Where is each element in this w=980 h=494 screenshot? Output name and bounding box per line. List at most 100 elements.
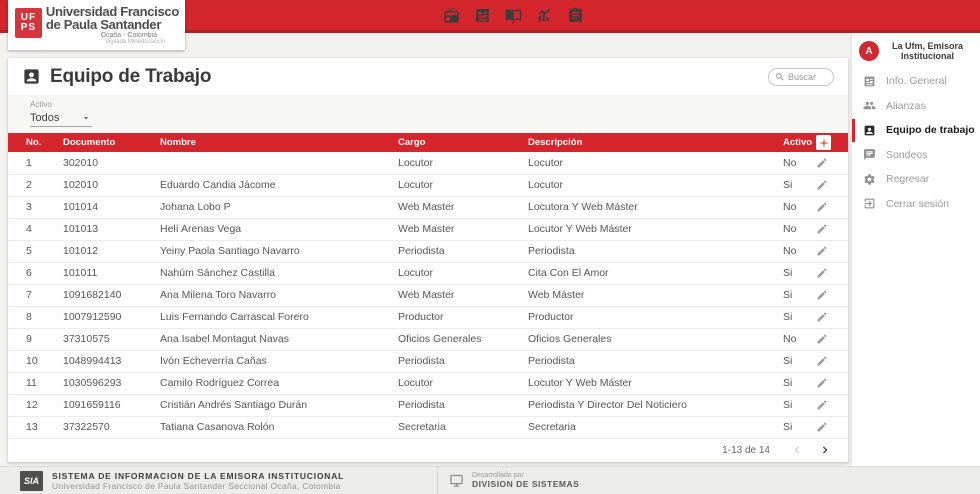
edit-row-button[interactable] [816,355,828,367]
cell-cargo: Periodista [398,355,445,367]
cell-descripcion: Oficios Generales [528,333,612,345]
edit-row-button[interactable] [816,377,828,389]
sidebar-item-alianzas[interactable]: Alianzas [852,94,980,119]
column-header-descripcion: Descripción [528,137,583,148]
edit-row-button[interactable] [816,267,828,279]
team-table: No. Documento Nombre Cargo Descripción A… [8,133,848,439]
sidebar-item-label: Cerrar sesión [886,197,950,210]
cell-nombre: Johana Lobo P [160,201,231,213]
university-logo: UF PS Universidad Francisco de Paula San… [8,0,185,50]
sidebar-item-label: Info. General [886,75,947,88]
chevron-left-icon [794,446,799,454]
cell-descripcion: Locutor [528,179,564,191]
news-icon [863,75,876,88]
edit-row-button[interactable] [816,179,828,191]
cell-activo: No [783,201,797,213]
cell-nombre: Tatiana Casanova Rolón [160,421,275,433]
table-row: 4 101013 Helí Arenas Vega Web Master Loc… [8,218,848,240]
edit-row-button[interactable] [816,311,828,323]
cell-documento: 1030596293 [63,377,122,389]
cell-documento: 37310575 [63,333,110,345]
radio-icon[interactable] [443,7,460,24]
pencil-icon [817,356,827,366]
footer-system-title: SISTEMA DE INFORMACION DE LA EMISORA INS… [52,470,345,481]
pencil-icon [817,334,827,344]
footer-divider [437,467,438,494]
people-icon [863,99,876,112]
pencil-icon [817,378,827,388]
ufps-logo-mark: UF PS [15,8,42,38]
cell-nombre: Ana Isabel Montagut Navas [160,333,289,345]
cell-cargo: Secretaria [398,421,446,433]
pencil-icon [817,422,827,432]
sidebar-item-cerrar-sesion[interactable]: Cerrar sesión [852,192,980,217]
cell-cargo: Periodista [398,245,445,257]
edit-row-button[interactable] [816,157,828,169]
monitor-icon [449,473,464,488]
table-row: 9 37310575 Ana Isabel Montagut Navas Ofi… [8,328,848,350]
pencil-icon [817,180,827,190]
cell-descripcion: Periodista Y Director Del Noticiero [528,399,687,411]
add-member-button[interactable] [816,135,831,150]
profile-block: A La Ufm, Emisora Institucional [852,38,980,64]
cell-descripcion: Locutor Y Web Máster [528,377,632,389]
sidebar-item-sondeos[interactable]: Sondeos [852,143,980,168]
cell-nombre: Camilo Rodríguez Correa [160,377,280,389]
cell-cargo: Locutor [398,179,434,191]
newspaper-icon[interactable] [474,7,491,24]
cell-documento: 1091659116 [63,399,121,411]
cell-descripcion: Cita Con El Amor [528,267,609,279]
cell-activo: Si [783,355,793,367]
pagination-next-button[interactable] [818,443,832,457]
cell-activo: No [783,245,797,257]
edit-row-button[interactable] [816,223,828,235]
cell-no: 8 [26,311,32,323]
cell-no: 3 [26,201,32,213]
column-header-cargo: Cargo [398,137,426,148]
cell-no: 4 [26,223,32,235]
notes-icon[interactable] [567,7,584,24]
column-header-no: No. [26,137,42,148]
edit-row-button[interactable] [816,289,828,301]
table-header-row: No. Documento Nombre Cargo Descripción A… [8,133,848,152]
edit-row-button[interactable] [816,333,828,345]
cell-no: 11 [26,377,37,389]
pagination-range: 1-13 de 14 [722,444,770,456]
university-name-line2: de Paula Santander [45,17,162,32]
table-row: 10 1048994413 Ivón Echeverría Cañas Peri… [8,350,848,372]
search-box[interactable] [768,67,834,86]
cell-documento: 1048994413 [63,355,122,367]
search-input[interactable] [788,71,832,82]
page-title: Equipo de Trabajo [50,65,212,87]
stats-icon[interactable] [536,7,553,24]
right-sidebar: A La Ufm, Emisora Institucional Info. Ge… [852,33,980,466]
cell-cargo: Locutor [398,267,434,279]
pencil-icon [817,202,827,212]
cell-cargo: Web Master [398,201,455,213]
edit-row-button[interactable] [816,201,828,213]
activo-filter-dropdown[interactable]: Todos [30,110,92,127]
sidebar-item-regresar[interactable]: Regresar [852,167,980,192]
footer: SIA SISTEMA DE INFORMACION DE LA EMISORA… [0,466,980,494]
cell-no: 10 [26,355,38,367]
cell-activo: Si [783,421,793,433]
cell-activo: Si [783,289,793,301]
table-row: 8 1007912590 Luis Fernando Carrascal For… [8,306,848,328]
cell-no: 9 [26,333,32,345]
pagination-prev-button[interactable] [790,443,804,457]
filter-value: Todos [30,112,60,124]
pencil-icon [817,290,827,300]
edit-row-button[interactable] [816,399,828,411]
sidebar-item-equipo-de-trabajo[interactable]: Equipo de trabajo [852,118,980,143]
sidebar-item-info-general[interactable]: Info. General [852,69,980,94]
edit-row-button[interactable] [816,421,828,433]
cell-documento: 101014 [63,201,99,213]
edit-row-button[interactable] [816,245,828,257]
footer-dev-name: DIVISION DE SISTEMAS [472,479,580,489]
cell-documento: 102010 [63,179,99,191]
pencil-icon [817,400,827,410]
lectern-icon[interactable] [505,7,522,24]
avatar[interactable]: A [859,41,879,61]
caret-down-icon [83,117,89,120]
pagination: 1-13 de 14 [8,439,848,462]
